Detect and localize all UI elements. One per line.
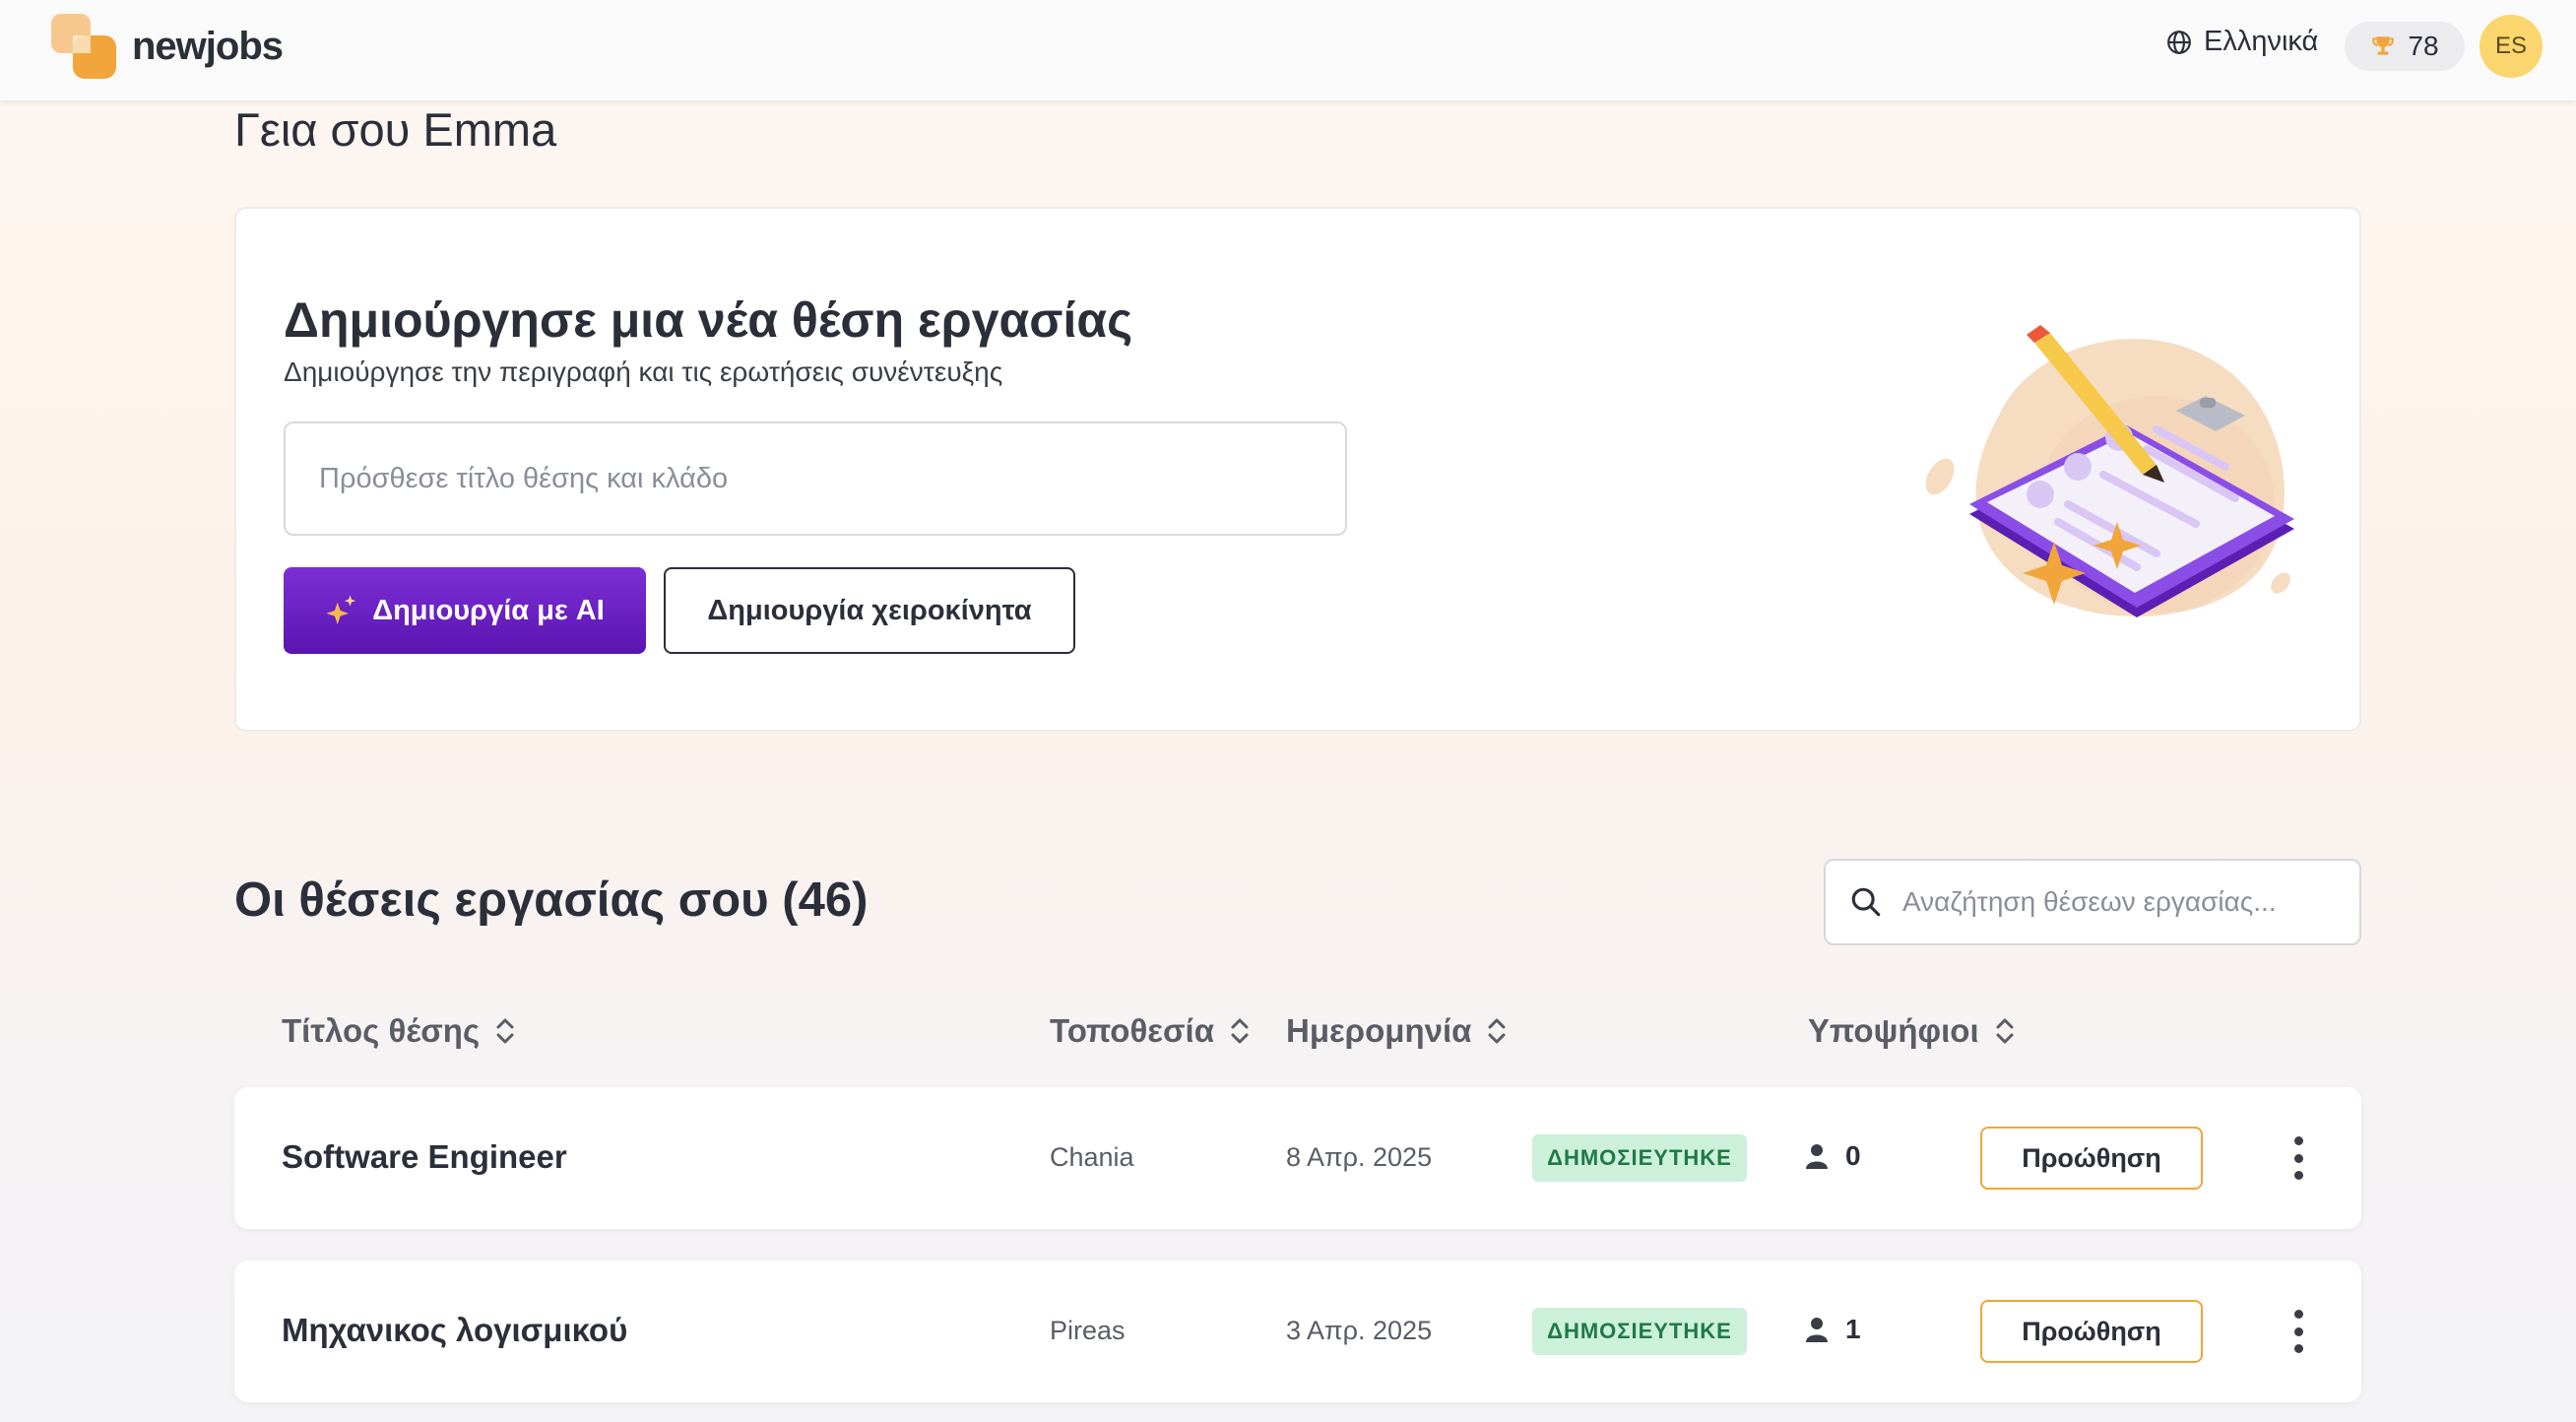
column-header-candidates[interactable]: Υποψήφιοι xyxy=(1808,1012,2017,1050)
logo-text: newjobs xyxy=(132,24,284,68)
column-header-title-label: Τίτλος θέσης xyxy=(282,1012,481,1049)
promote-button[interactable]: Προώθηση xyxy=(1980,1300,2203,1363)
avatar[interactable]: ES xyxy=(2479,15,2543,78)
job-search-box xyxy=(1824,859,2361,945)
search-icon xyxy=(1851,887,1881,917)
column-header-location[interactable]: Τοποθεσία xyxy=(1050,1012,1252,1050)
column-header-date[interactable]: Ημερομηνία xyxy=(1286,1012,1509,1050)
trophy-icon xyxy=(2372,36,2395,55)
candidates-count[interactable]: 1 xyxy=(1806,1314,1861,1345)
sort-icon xyxy=(1231,1018,1249,1044)
sort-icon xyxy=(1996,1018,2014,1044)
status-badge: ΔΗΜΟΣΙΕΥΤΗΚΕ xyxy=(1532,1134,1747,1182)
sparkles-icon xyxy=(326,595,356,625)
newjobs-logo-icon xyxy=(51,14,116,79)
sort-icon xyxy=(496,1018,514,1044)
candidates-value: 0 xyxy=(1845,1140,1861,1171)
job-date: 3 Απρ. 2025 xyxy=(1286,1316,1433,1345)
create-job-card: Δημιούργησε μια νέα θέση εργασίας Δημιού… xyxy=(234,207,2361,732)
create-with-ai-button[interactable]: Δημιουργία με AI xyxy=(284,567,646,654)
greeting: Γεια σου Emma xyxy=(234,103,557,156)
points-value: 78 xyxy=(2408,31,2439,61)
column-header-candidates-label: Υποψήφιοι xyxy=(1808,1012,1979,1049)
create-job-subtitle: Δημιούργησε την περιγραφή και τις ερωτήσ… xyxy=(284,356,1003,387)
kebab-menu-icon[interactable] xyxy=(2288,1310,2308,1353)
promote-button[interactable]: Προώθηση xyxy=(1980,1127,2203,1190)
clipboard-illustration xyxy=(1925,325,2294,617)
column-header-title[interactable]: Τίτλος θέσης xyxy=(282,1012,517,1050)
logo[interactable]: newjobs xyxy=(51,14,284,79)
language-selector[interactable]: Ελληνικά xyxy=(2166,26,2318,58)
jobs-section-title: Οι θέσεις εργασίας σου (46) xyxy=(234,873,869,927)
job-location: Pireas xyxy=(1050,1316,1126,1345)
candidates-value: 1 xyxy=(1845,1314,1861,1344)
job-search-input[interactable] xyxy=(1902,886,2316,918)
column-header-date-label: Ημερομηνία xyxy=(1286,1012,1472,1049)
top-header: newjobs Ελληνικά 78 ES xyxy=(0,0,2576,100)
job-date: 8 Απρ. 2025 xyxy=(1286,1142,1433,1172)
language-label: Ελληνικά xyxy=(2204,26,2319,57)
create-job-title: Δημιούργησε μια νέα θέση εργασίας xyxy=(284,292,1133,348)
status-badge: ΔΗΜΟΣΙΕΥΤΗΚΕ xyxy=(1532,1308,1747,1355)
user-icon xyxy=(1806,1318,1828,1342)
user-icon xyxy=(1806,1144,1828,1169)
create-with-ai-label: Δημιουργία με AI xyxy=(372,594,605,626)
job-title-input[interactable] xyxy=(284,421,1347,536)
table-row[interactable]: Software Engineer Chania 8 Απρ. 2025 ΔΗΜ… xyxy=(234,1087,2361,1229)
points-badge[interactable]: 78 xyxy=(2345,22,2465,71)
table-row[interactable]: Μηχανικος λογισμικού Pireas 3 Απρ. 2025 … xyxy=(234,1260,2361,1402)
job-location: Chania xyxy=(1050,1142,1134,1172)
job-title[interactable]: Software Engineer xyxy=(282,1138,567,1176)
create-manually-button[interactable]: Δημιουργία χειροκίνητα xyxy=(664,567,1075,654)
kebab-menu-icon[interactable] xyxy=(2288,1136,2308,1180)
column-header-location-label: Τοποθεσία xyxy=(1050,1012,1214,1049)
globe-icon xyxy=(2167,30,2191,54)
candidates-count[interactable]: 0 xyxy=(1806,1140,1861,1172)
job-title[interactable]: Μηχανικος λογισμικού xyxy=(282,1312,627,1349)
sort-icon xyxy=(1488,1018,1506,1044)
